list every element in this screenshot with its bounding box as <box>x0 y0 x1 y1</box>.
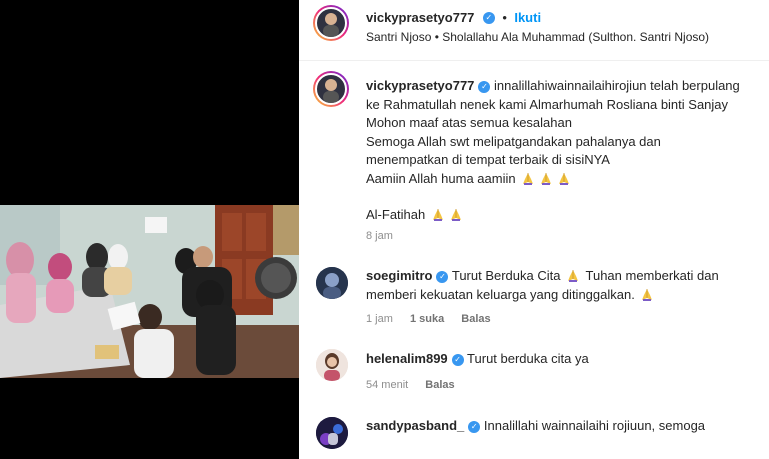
commenter-avatar[interactable] <box>316 349 348 381</box>
caption-line-4: Semoga Allah swt melipatgandakan pahalan… <box>366 133 661 149</box>
caption-text: vickyprasetyo777 ✓ innalillahiwainnailaih… <box>366 77 761 225</box>
caption-line-3: Mohon maaf atas semua kesalahan <box>366 115 572 130</box>
caption-timestamp[interactable]: 8 jam <box>366 230 393 242</box>
pray-emoji-icon <box>429 207 447 222</box>
caption-line-1: innalillahiwainnailaihirojiun telah berp… <box>494 78 740 93</box>
pray-emoji-icon <box>555 171 573 186</box>
pray-emoji-icon <box>537 171 555 186</box>
comment-text: Innalillahi wainnailaihi rojiuun, semoga <box>483 418 706 433</box>
verified-icon: ✓ <box>478 80 491 93</box>
comment-meta: 54 menit Balas <box>366 379 455 391</box>
comment-3: sandypasband_ ✓ Innalillahi wainnailaihi … <box>366 417 761 436</box>
verified-icon: ✓ <box>436 270 449 283</box>
post-photo <box>0 205 299 378</box>
caption-avatar[interactable] <box>313 71 349 107</box>
caption-line-6: Aamiin Allah huma aamiin <box>366 170 516 186</box>
comment-1: soegimitro ✓ Turut Berduka Cita Tuhan mem… <box>366 267 761 304</box>
post-media[interactable] <box>0 0 299 459</box>
comment-username[interactable]: helenalim899 <box>366 351 448 366</box>
reply-button[interactable]: Balas <box>425 379 454 391</box>
caption-line-2: ke Rahmatullah nenek kami Almarhumah Ros… <box>366 96 729 112</box>
commenter-avatar[interactable] <box>316 417 348 449</box>
caption-username[interactable]: vickyprasetyo777 <box>366 78 474 93</box>
comment-meta: 1 jam 1 suka Balas <box>366 313 491 325</box>
author-username[interactable]: vickyprasetyo777 <box>366 10 474 25</box>
verified-icon: ✓ <box>482 11 495 24</box>
comment-username[interactable]: sandypasband_ <box>366 418 464 433</box>
reply-button[interactable]: Balas <box>461 313 490 325</box>
pray-emoji-icon <box>638 287 656 302</box>
caption-line-5: menempatkan di tempat terbaik di sisiNYA <box>366 152 610 167</box>
comment-likes[interactable]: 1 suka <box>410 313 444 325</box>
pray-emoji-icon <box>519 171 537 186</box>
comment-username[interactable]: soegimitro <box>366 268 432 283</box>
pray-emoji-icon <box>564 268 582 283</box>
verified-icon: ✓ <box>451 353 464 366</box>
comment-time[interactable]: 54 menit <box>366 379 408 391</box>
post-panel: vickyprasetyo777 ✓ • Ikuti Santri Njoso … <box>299 0 769 459</box>
audio-track[interactable]: Santri Njoso • Sholallahu Ala Muhammad (… <box>366 30 709 44</box>
comment-text: memberi kekuatan keluarga yang ditinggal… <box>366 286 635 302</box>
comment-time[interactable]: 1 jam <box>366 313 393 325</box>
comment-text: Tuhan memberkati dan <box>585 268 719 283</box>
caption-line-7: Al-Fatihah <box>366 207 426 222</box>
comment-text: Turut Berduka Cita <box>451 268 561 283</box>
commenter-avatar[interactable] <box>316 267 348 299</box>
pray-emoji-icon <box>447 207 465 222</box>
separator-dot: • <box>502 10 507 25</box>
comment-2: helenalim899 ✓ Turut berduka cita ya <box>366 350 761 369</box>
follow-button[interactable]: Ikuti <box>514 10 541 25</box>
post-header: vickyprasetyo777 ✓ • Ikuti Santri Njoso … <box>299 0 769 61</box>
verified-icon: ✓ <box>468 420 481 433</box>
author-avatar[interactable] <box>313 5 349 41</box>
comment-text: Turut berduka cita ya <box>467 351 589 366</box>
